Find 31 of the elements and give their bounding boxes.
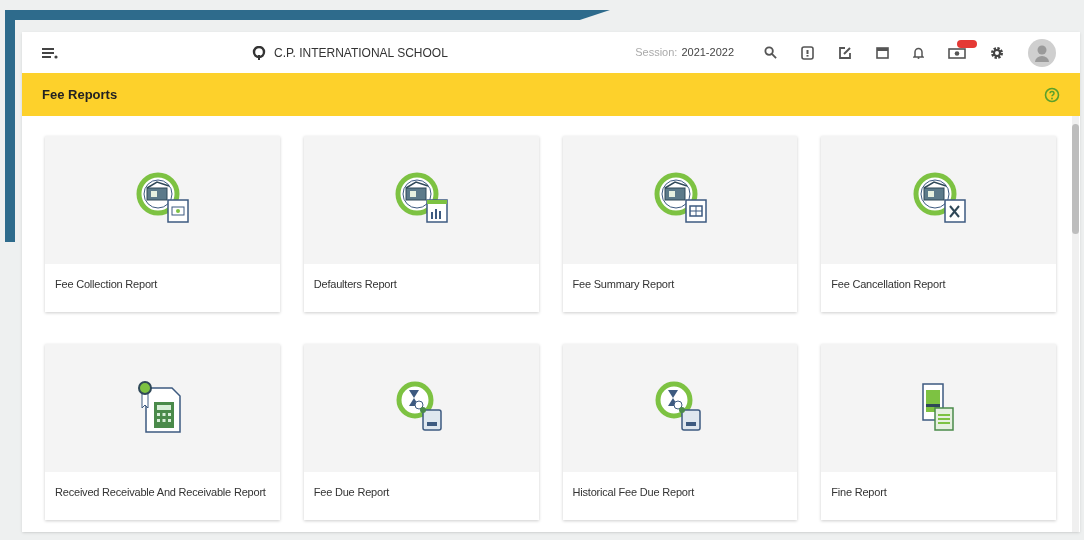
- report-title: Fine Report: [831, 485, 887, 500]
- logo-icon: [252, 45, 266, 60]
- report-card[interactable]: Received Receivable And Receivable Report: [45, 344, 280, 520]
- school-name: C.P. INTERNATIONAL SCHOOL: [274, 44, 448, 62]
- report-title: Historical Fee Due Report: [572, 485, 695, 500]
- report-card[interactable]: Defaulters Report: [303, 136, 539, 312]
- bell-icon[interactable]: [913, 46, 924, 59]
- report-card[interactable]: Fee Due Report: [303, 344, 539, 520]
- report-card[interactable]: Fee Collection Report: [45, 136, 280, 312]
- report-title: Defaulters Report: [313, 277, 397, 292]
- help-document-icon[interactable]: [801, 45, 814, 60]
- edit-icon[interactable]: [838, 45, 852, 60]
- report-card[interactable]: Fee Cancellation Report: [821, 136, 1056, 312]
- report-title: Received Receivable And Receivable Report: [55, 485, 266, 500]
- menu-icon[interactable]: [42, 46, 58, 59]
- report-title: Fee Summary Report: [572, 277, 675, 292]
- calendar-icon[interactable]: [876, 46, 889, 59]
- money-icon[interactable]: [948, 46, 966, 59]
- report-card[interactable]: Historical Fee Due Report: [562, 344, 798, 520]
- scrollbar[interactable]: [1072, 116, 1079, 532]
- avatar-icon[interactable]: [1028, 38, 1056, 67]
- report-title: Fee Cancellation Report: [831, 277, 946, 292]
- search-icon[interactable]: [764, 46, 777, 59]
- session-value: 2021-2022: [681, 45, 734, 61]
- page-title: Fee Reports: [42, 85, 118, 104]
- session-label: Session:: [635, 45, 678, 61]
- report-title: Fee Collection Report: [55, 277, 158, 292]
- report-title: Fee Due Report: [313, 485, 390, 500]
- report-card[interactable]: Fee Summary Report: [562, 136, 798, 312]
- report-card[interactable]: Fine Report: [821, 344, 1056, 520]
- settings-icon[interactable]: [990, 45, 1004, 60]
